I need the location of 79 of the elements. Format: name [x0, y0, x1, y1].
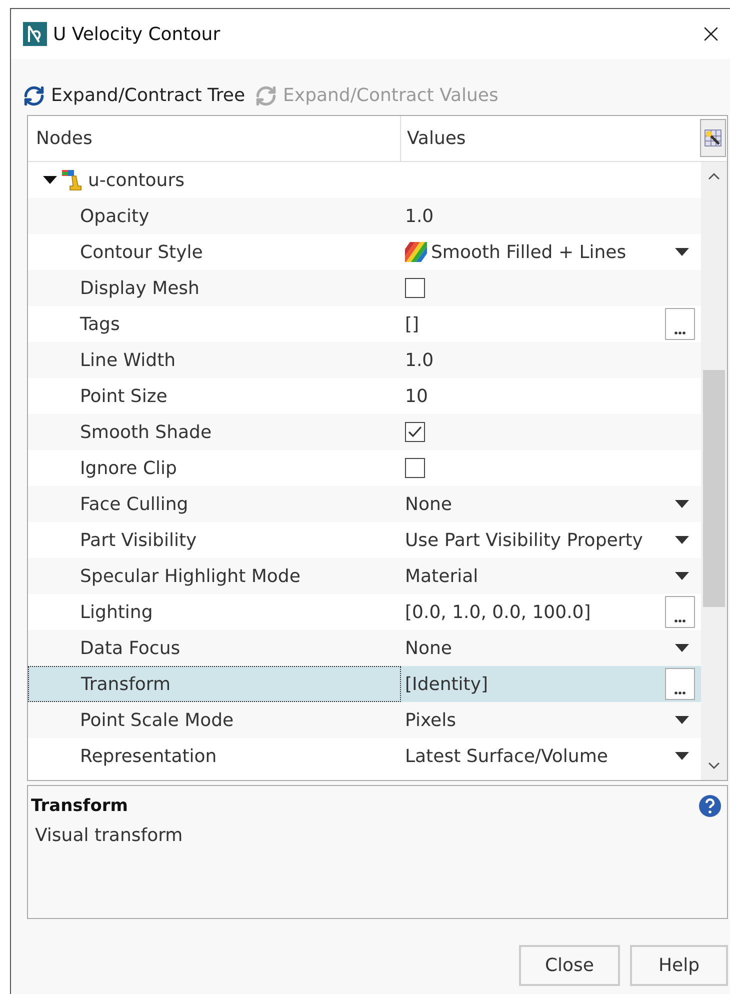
property-row[interactable]: Line Width 1.0 [28, 342, 701, 378]
property-name: Smooth Shade [80, 420, 212, 444]
property-name: Transform [81, 672, 171, 696]
dropdown-caret-icon[interactable] [675, 500, 689, 508]
property-name: Point Size [80, 384, 168, 408]
dropdown-value: Latest Surface/Volume [405, 744, 608, 768]
property-row[interactable]: Opacity 1.0 [28, 198, 701, 234]
dots-icon [674, 619, 686, 623]
scroll-up-icon[interactable] [708, 172, 720, 180]
toolbar-button[interactable]: Expand/Contract Tree [23, 82, 246, 109]
property-name: Ignore Clip [80, 456, 177, 480]
column-header[interactable]: Nodes [28, 116, 401, 161]
value-text: 1.0 [405, 204, 434, 228]
dots-icon [674, 691, 686, 695]
dropdown-caret-icon[interactable] [675, 752, 689, 760]
property-name: Lighting [80, 600, 153, 624]
value-text: [] [405, 312, 420, 336]
dropdown[interactable]: Smooth Filled + Lines [401, 234, 701, 270]
property-row[interactable]: Display Mesh [28, 270, 701, 306]
checkbox[interactable] [405, 458, 425, 478]
property-name: Part Visibility [80, 528, 197, 552]
property-name: Data Focus [80, 636, 180, 660]
property-row[interactable]: Specular Highlight Mode Material [28, 558, 701, 594]
app-logo-icon [23, 22, 47, 46]
property-name: Representation [80, 744, 217, 768]
dialog-button[interactable]: Close [519, 945, 620, 986]
description-title: Transform [31, 795, 128, 818]
expand-arrow-icon[interactable] [42, 175, 58, 185]
dropdown-caret-icon[interactable] [675, 248, 689, 256]
property-name: Face Culling [80, 492, 188, 516]
dropdown[interactable]: Material [401, 558, 701, 594]
property-name: Specular Highlight Mode [80, 564, 300, 588]
tree-node-label[interactable]: u-contours [88, 166, 184, 194]
dropdown[interactable]: Latest Surface/Volume [401, 738, 701, 774]
value-text: 1.0 [405, 348, 434, 372]
refresh-icon [255, 84, 278, 106]
vertical-scrollbar[interactable] [701, 162, 727, 780]
dropdown-caret-icon[interactable] [675, 716, 689, 724]
dropdown[interactable]: None [401, 630, 701, 666]
property-name: Contour Style [80, 240, 203, 264]
dropdown[interactable]: None [401, 486, 701, 522]
property-row[interactable]: Transform [Identity] [28, 666, 701, 702]
property-name: Line Width [80, 348, 176, 372]
description-text: Visual transform [35, 824, 184, 848]
dropdown-value: Smooth Filled + Lines [431, 240, 626, 264]
dropdown[interactable]: Pixels [401, 702, 701, 738]
property-row[interactable]: Data Focus None [28, 630, 701, 666]
window-title: U Velocity Contour [53, 22, 222, 46]
column-settings-icon[interactable] [700, 119, 726, 157]
dropdown-value: Use Part Visibility Property [405, 528, 643, 552]
column-header[interactable]: Values [401, 116, 700, 161]
scroll-down-icon[interactable] [708, 762, 720, 770]
dropdown-caret-icon[interactable] [675, 572, 689, 580]
property-row[interactable]: Smooth Shade [28, 414, 701, 450]
value-text: [Identity] [405, 672, 488, 696]
dropdown-value: None [405, 636, 452, 660]
checkbox[interactable] [405, 422, 425, 442]
contour-icon [60, 168, 84, 192]
dots-icon [674, 331, 686, 335]
dropdown-value: Pixels [405, 708, 456, 732]
property-name: Point Scale Mode [80, 708, 234, 732]
property-name: Tags [80, 312, 120, 336]
value-text: [0.0, 1.0, 0.0, 100.0] [405, 600, 591, 624]
help-icon[interactable] [698, 794, 722, 818]
property-row[interactable]: Face Culling None [28, 486, 701, 522]
property-name: Opacity [80, 204, 150, 228]
checkbox[interactable] [405, 278, 425, 298]
dropdown-value: None [405, 492, 452, 516]
scrollbar-thumb[interactable] [703, 370, 725, 607]
dropdown-value: Material [405, 564, 478, 588]
property-name: Display Mesh [80, 276, 200, 300]
dropdown[interactable]: Use Part Visibility Property [401, 522, 701, 558]
value-text: 10 [405, 384, 428, 408]
dropdown-caret-icon[interactable] [675, 644, 689, 652]
property-row[interactable]: Point Scale Mode Pixels [28, 702, 701, 738]
dropdown-caret-icon[interactable] [675, 536, 689, 544]
refresh-icon [23, 84, 45, 106]
check-icon [408, 426, 422, 438]
dialog-button[interactable]: Help [630, 945, 728, 986]
